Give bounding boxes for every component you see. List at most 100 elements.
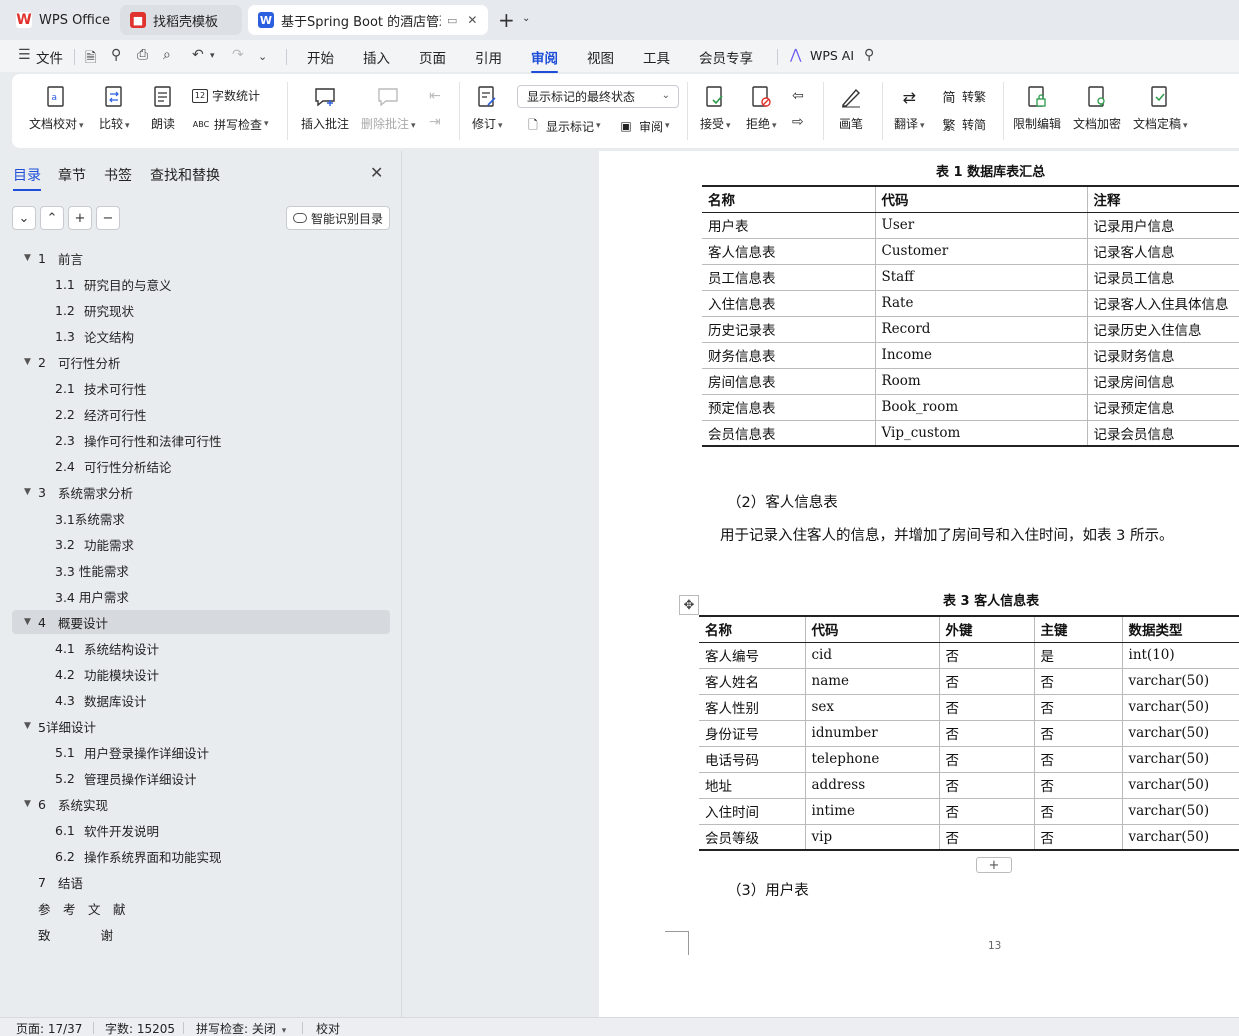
smart-toc-button[interactable]: 智能识别目录	[286, 206, 390, 230]
table-cell[interactable]: 用户表	[702, 212, 876, 239]
toc-item[interactable]: 2.3 操作可行性和法律可行性	[12, 428, 390, 452]
toc-item[interactable]: 4.3 数据库设计	[12, 688, 390, 712]
finalize-button[interactable]: 文档定稿 ▾	[1133, 74, 1188, 132]
table-cell[interactable]: int(10)	[1122, 642, 1239, 669]
toc-item[interactable]: 2.1 技术可行性	[12, 376, 390, 400]
read-aloud-button[interactable]: 朗读	[150, 74, 176, 132]
table-cell[interactable]: 是	[1034, 642, 1123, 669]
next-comment-icon[interactable]: ⇥	[429, 114, 441, 130]
table-cell[interactable]: varchar(50)	[1122, 824, 1239, 851]
tab-wps-office[interactable]: W WPS Office	[6, 5, 120, 35]
print-preview-icon[interactable]: ⌕	[163, 47, 171, 63]
table-cell[interactable]: 会员信息表	[702, 420, 876, 447]
table-cell[interactable]: 客人性别	[699, 694, 806, 721]
reject-button[interactable]: 拒绝 ▾	[746, 74, 777, 132]
table-cell[interactable]: Record	[875, 316, 1088, 343]
table-header-cell[interactable]: 主键	[1034, 615, 1123, 643]
table-cell[interactable]: 否	[939, 694, 1035, 721]
translate-button[interactable]: ⇄ 翻译 ▾	[894, 74, 925, 132]
table-cell[interactable]: 会员等级	[699, 824, 806, 851]
close-icon[interactable]: ✕	[370, 163, 383, 182]
previous-comment-icon[interactable]: ⇤	[429, 88, 441, 104]
table-cell[interactable]: 否	[1034, 824, 1123, 851]
markup-state-select[interactable]: 显示标记的最终状态 ⌄	[517, 85, 679, 108]
toc-item[interactable]: 3.2 功能需求	[12, 532, 390, 556]
redo-icon[interactable]: ↷	[232, 47, 244, 63]
table-cell[interactable]: 客人编号	[699, 642, 806, 669]
toc-item[interactable]: ▼ 3 系统需求分析	[12, 480, 390, 504]
table-cell[interactable]: 记录房间信息	[1087, 368, 1239, 395]
table-cell[interactable]: 否	[939, 772, 1035, 799]
table-cell[interactable]: idnumber	[805, 720, 940, 747]
menu-file[interactable]: 文件	[36, 47, 63, 67]
link-icon[interactable]: ⚲	[111, 47, 121, 63]
table-cell[interactable]: 入住时间	[699, 798, 806, 825]
table-cell[interactable]: 电话号码	[699, 746, 806, 773]
insert-comment-button[interactable]: 插入批注	[301, 74, 349, 132]
menu-view[interactable]: 视图	[587, 47, 614, 67]
table-cell[interactable]: 否	[1034, 798, 1123, 825]
table-cell[interactable]: 记录员工信息	[1087, 264, 1239, 291]
toc-item[interactable]: 2.4 可行性分析结论	[12, 454, 390, 478]
table-cell[interactable]: 财务信息表	[702, 342, 876, 369]
table-cell[interactable]: telephone	[805, 746, 940, 773]
menu-home[interactable]: 开始	[307, 47, 334, 67]
table-cell[interactable]: Book_room	[875, 394, 1088, 421]
table-cell[interactable]: 否	[939, 798, 1035, 825]
table-cell[interactable]: intime	[805, 798, 940, 825]
table-cell[interactable]: 记录会员信息	[1087, 420, 1239, 447]
collapse-triangle-icon[interactable]: ▼	[24, 799, 31, 809]
table-cell[interactable]: 历史记录表	[702, 316, 876, 343]
tab-find-replace[interactable]: 查找和替换	[150, 165, 220, 185]
table-cell[interactable]: address	[805, 772, 940, 799]
table-header-cell[interactable]: 外键	[939, 615, 1035, 643]
table-database-summary[interactable]: 名称 代码 注释 用户表 User 记录用户信息 客人信息表 Customer 记录客人信息 员工…	[702, 185, 1239, 447]
table-cell[interactable]: name	[805, 668, 940, 695]
table-cell[interactable]: Customer	[875, 238, 1088, 265]
more-chevron-icon[interactable]: ⌄	[258, 50, 267, 63]
table-header-cell[interactable]: 注释	[1087, 185, 1239, 213]
new-tab-plus-icon[interactable]: +	[498, 8, 515, 32]
collapse-triangle-icon[interactable]: ▼	[24, 487, 31, 497]
collapse-triangle-icon[interactable]: ▼	[24, 357, 31, 367]
tab-bookmarks[interactable]: 书签	[104, 165, 132, 185]
previous-change-icon[interactable]: ⇦	[792, 88, 804, 104]
toc-item[interactable]: 1.3 论文结构	[12, 324, 390, 348]
table-cell[interactable]: Vip_custom	[875, 420, 1088, 447]
table-cell[interactable]: 房间信息表	[702, 368, 876, 395]
table-cell[interactable]: varchar(50)	[1122, 798, 1239, 825]
close-icon[interactable]: ✕	[467, 13, 477, 27]
table-cell[interactable]: 入住信息表	[702, 290, 876, 317]
table-cell[interactable]: Room	[875, 368, 1088, 395]
toc-item[interactable]: 1.1 研究目的与意义	[12, 272, 390, 296]
table-cell[interactable]: 否	[939, 642, 1035, 669]
toc-item[interactable]: 7 结语	[12, 870, 390, 894]
word-count-indicator[interactable]: 字数: 15205	[105, 1020, 175, 1036]
toc-item[interactable]: 3.1系统需求	[12, 506, 390, 530]
table-header-cell[interactable]: 名称	[699, 615, 806, 643]
toc-item[interactable]: 3.3 性能需求	[12, 558, 390, 582]
collapse-triangle-icon[interactable]: ▼	[24, 721, 31, 731]
doc-check-button[interactable]: a 文档校对 ▾	[29, 74, 84, 132]
table-cell[interactable]: 否	[939, 720, 1035, 747]
toc-item[interactable]: 3.4 用户需求	[12, 584, 390, 608]
table-cell[interactable]: Staff	[875, 264, 1088, 291]
table-header-cell[interactable]: 数据类型	[1122, 615, 1239, 643]
restrict-edit-button[interactable]: 限制编辑	[1013, 74, 1061, 132]
table-cell[interactable]: 否	[1034, 694, 1123, 721]
toc-item[interactable]: ▼ 2 可行性分析	[12, 350, 390, 374]
table-cell[interactable]: 否	[1034, 772, 1123, 799]
table-cell[interactable]: varchar(50)	[1122, 668, 1239, 695]
table-cell[interactable]: varchar(50)	[1122, 720, 1239, 747]
compare-button[interactable]: 比较 ▾	[99, 74, 130, 132]
table-cell[interactable]: varchar(50)	[1122, 772, 1239, 799]
table-customer-info[interactable]: 名称 代码 外键 主键 数据类型 客人编号 cid 否是 int(10) 客人姓名 name 否否 va…	[699, 615, 1239, 851]
table-cell[interactable]: Rate	[875, 290, 1088, 317]
menu-references[interactable]: 引用	[475, 47, 502, 67]
menu-review[interactable]: 审阅	[531, 47, 558, 73]
hamburger-icon[interactable]: ☰	[18, 47, 31, 63]
proofread-status[interactable]: 校对	[316, 1020, 340, 1036]
wps-ai-icon[interactable]: ⋀	[790, 47, 801, 63]
menu-wps-ai[interactable]: WPS AI	[810, 48, 854, 63]
table-cell[interactable]: 记录预定信息	[1087, 394, 1239, 421]
